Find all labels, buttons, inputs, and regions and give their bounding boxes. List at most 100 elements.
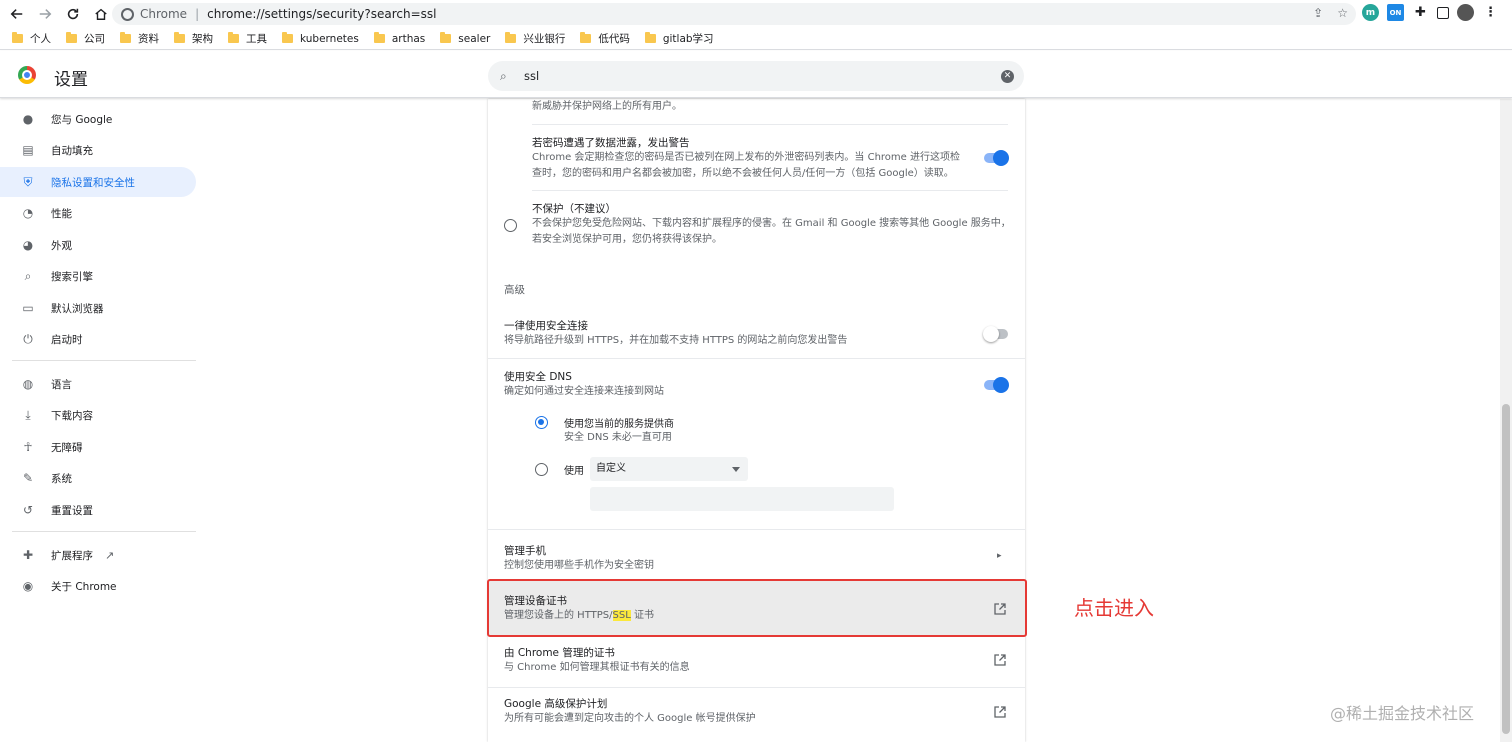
external-link-icon: ↗ — [105, 548, 115, 562]
https-only-toggle[interactable] — [983, 326, 1008, 342]
sidebar-divider — [12, 531, 196, 532]
manage-phones-desc: 控制您使用哪些手机作为安全密钥 — [504, 560, 654, 571]
bookmarks-bar: 个人 公司 资料 架构 工具 kubernetes arthas sealer … — [0, 28, 1512, 50]
sidebar-item-label: 默认浏览器 — [51, 302, 104, 315]
bookmark-folder[interactable]: 工具 — [228, 31, 267, 46]
row-divider — [488, 358, 1025, 359]
side-panel-icon[interactable] — [1437, 6, 1449, 19]
sidebar-item-autofill[interactable]: ▤ 自动填充 — [0, 135, 196, 165]
settings-search[interactable]: ⌕ ✕ — [488, 61, 1024, 91]
sidebar-item-label: 性能 — [51, 207, 72, 220]
share-icon[interactable]: ⇪ — [1313, 6, 1323, 20]
profile-avatar[interactable] — [1457, 4, 1474, 21]
forward-icon[interactable] — [34, 3, 56, 25]
search-input[interactable] — [524, 68, 984, 84]
bookmark-folder[interactable]: 公司 — [66, 31, 105, 46]
sidebar-item-downloads[interactable]: ⤓ 下载内容 — [0, 400, 196, 430]
annotation-highlight-box — [487, 579, 1027, 637]
bookmark-label: gitlab学习 — [662, 33, 714, 45]
home-icon[interactable] — [90, 3, 112, 25]
menu-kebab-icon[interactable]: ⋮ — [1482, 4, 1499, 21]
bookmark-folder[interactable]: 低代码 — [580, 31, 630, 46]
wrench-icon: ✎ — [22, 471, 34, 485]
browser-icon: ▭ — [22, 301, 34, 315]
folder-icon — [66, 32, 77, 43]
sidebar-item-extensions[interactable]: ✚ 扩展程序 ↗ — [0, 540, 196, 570]
sidebar-item-performance[interactable]: ◔ 性能 — [0, 198, 196, 228]
page-title: 设置 — [54, 70, 88, 90]
sidebar-item-search-engine[interactable]: ⌕ 搜索引擎 — [0, 261, 196, 291]
sidebar-item-accessibility[interactable]: ☥ 无障碍 — [0, 432, 196, 462]
bookmark-folder[interactable]: 个人 — [12, 31, 51, 46]
external-link-icon[interactable] — [994, 706, 1006, 718]
address-bar[interactable]: Chrome | chrome://settings/security?sear… — [112, 3, 1356, 25]
extension-m-icon[interactable]: m — [1362, 4, 1379, 21]
sidebar-item-label: 自动填充 — [51, 144, 93, 157]
extension-on-icon[interactable]: ON — [1387, 4, 1404, 21]
speedometer-icon: ◔ — [22, 206, 34, 220]
chrome-certificates-desc: 与 Chrome 如何管理其根证书有关的信息 — [504, 662, 690, 673]
palette-icon: ◕ — [22, 238, 34, 252]
sidebar-item-languages[interactable]: ◍ 语言 — [0, 369, 196, 399]
puzzle-icon[interactable]: ✚ — [1412, 4, 1429, 21]
clear-search-icon[interactable]: ✕ — [1001, 70, 1014, 83]
clipboard-icon: ▤ — [22, 143, 34, 157]
dns-current-provider-radio[interactable] — [535, 416, 548, 429]
dropdown-arrow-icon — [732, 467, 740, 472]
sidebar-item-default-browser[interactable]: ▭ 默认浏览器 — [0, 293, 196, 323]
sidebar-item-privacy[interactable]: ⛨ 隐私设置和安全性 — [0, 167, 196, 197]
chevron-right-icon[interactable]: ▸ — [997, 551, 1002, 561]
folder-icon — [282, 32, 293, 43]
bookmark-label: kubernetes — [300, 32, 359, 45]
password-warn-toggle[interactable] — [984, 150, 1009, 166]
folder-icon — [440, 32, 452, 43]
sidebar-item-label: 搜索引擎 — [51, 270, 93, 283]
dns-custom-radio[interactable] — [535, 463, 548, 476]
scrollbar-thumb[interactable] — [1502, 404, 1510, 734]
sidebar-item-label: 语言 — [51, 378, 72, 391]
settings-sidebar: ● 您与 Google ▤ 自动填充 ⛨ 隐私设置和安全性 ◔ 性能 ◕ 外观 ⌕ 搜索引擎… — [0, 99, 200, 742]
manage-phones-title: 管理手机 — [504, 545, 546, 557]
row-divider — [532, 190, 1008, 191]
secure-dns-title: 使用安全 DNS — [504, 371, 572, 383]
bookmark-folder[interactable]: 资料 — [120, 31, 159, 46]
bookmark-folder[interactable]: sealer — [440, 32, 491, 45]
sidebar-item-reset[interactable]: ↺ 重置设置 — [0, 495, 196, 525]
page-scrollbar[interactable] — [1500, 99, 1512, 742]
bookmark-star-icon[interactable]: ☆ — [1337, 6, 1348, 20]
bookmark-folder[interactable]: 兴业银行 — [505, 31, 565, 46]
toggle-knob — [993, 377, 1009, 393]
dns-provider-select[interactable]: 自定义 — [590, 457, 748, 481]
row-divider — [532, 124, 1008, 125]
folder-icon — [505, 32, 517, 43]
reload-icon[interactable] — [62, 3, 84, 25]
bookmark-label: sealer — [458, 32, 491, 45]
https-only-desc: 将导航路径升级到 HTTPS，并在加载不支持 HTTPS 的网站之前向您发出警告 — [504, 335, 848, 346]
sidebar-item-system[interactable]: ✎ 系统 — [0, 463, 196, 493]
site-name: Chrome — [140, 7, 188, 21]
sidebar-item-label: 系统 — [51, 472, 72, 485]
bookmark-folder[interactable]: gitlab学习 — [644, 31, 714, 46]
bookmark-label: 公司 — [84, 33, 105, 45]
bookmark-folder[interactable]: 架构 — [174, 31, 213, 46]
sidebar-item-on-startup[interactable]: ⏻ 启动时 — [0, 324, 196, 354]
url-text[interactable]: chrome://settings/security?search=ssl — [207, 7, 436, 21]
sidebar-divider — [12, 360, 196, 361]
secure-dns-toggle[interactable] — [984, 377, 1009, 393]
bookmark-folder[interactable]: arthas — [373, 32, 425, 45]
back-icon[interactable] — [6, 3, 28, 25]
advanced-protection-desc: 为所有可能会遭到定向攻击的个人 Google 帐号提供保护 — [504, 713, 756, 724]
bookmark-label: 工具 — [246, 33, 267, 45]
bookmark-folder[interactable]: kubernetes — [282, 32, 359, 45]
download-icon: ⤓ — [25, 407, 31, 422]
external-link-icon[interactable] — [994, 654, 1006, 666]
sidebar-item-you-and-google[interactable]: ● 您与 Google — [0, 104, 196, 134]
folder-icon — [580, 32, 592, 43]
no-protection-radio[interactable] — [504, 219, 517, 232]
sidebar-item-appearance[interactable]: ◕ 外观 — [0, 230, 196, 260]
row-divider — [488, 529, 1025, 530]
sidebar-item-about-chrome[interactable]: ◉ 关于 Chrome — [0, 571, 196, 601]
dns-custom-input[interactable] — [590, 487, 894, 511]
no-protection-desc-2: 若安全浏览保护可用，您仍将获得该保护。 — [532, 234, 722, 245]
toggle-knob — [993, 150, 1009, 166]
